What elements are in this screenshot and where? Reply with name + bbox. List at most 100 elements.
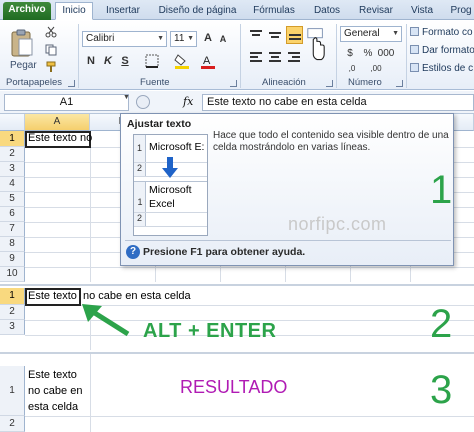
row-header-1[interactable]: 1 (0, 131, 25, 147)
comma-style-icon[interactable]: 000 (378, 46, 395, 60)
italic-button[interactable]: K (101, 53, 115, 69)
font-name-dropdown[interactable]: Calibri ▼ (82, 31, 167, 47)
row-header-1[interactable]: 1 (0, 366, 25, 416)
row-header-2[interactable]: 2 (0, 416, 25, 432)
select-all-corner[interactable] (0, 114, 25, 131)
name-box[interactable]: A1 (4, 94, 129, 111)
column-header-a[interactable]: A (25, 114, 90, 131)
borders-icon[interactable] (142, 53, 162, 69)
row-header-5[interactable]: 5 (0, 192, 25, 207)
preview-row: 2 (134, 157, 207, 178)
format-as-table-button[interactable]: Dar formato (410, 43, 474, 58)
row-header-3[interactable]: 3 (0, 320, 25, 335)
tooltip-description: Hace que todo el contenido sea visible d… (213, 130, 449, 153)
row-header-2[interactable]: 2 (0, 305, 25, 320)
align-top-icon[interactable] (248, 28, 264, 42)
font-color-icon[interactable]: A (198, 53, 218, 69)
row-header-6[interactable]: 6 (0, 207, 25, 222)
table-format-icon (410, 45, 419, 54)
clipboard-launcher-icon[interactable] (68, 80, 75, 87)
grow-font-icon[interactable]: A (202, 30, 214, 46)
group-label-number: Número (348, 77, 382, 88)
chevron-down-icon[interactable]: ▼ (123, 94, 130, 101)
step-number-3: 3 (430, 368, 453, 412)
row-header-1[interactable]: 1 (0, 288, 25, 305)
wrap-text-button[interactable] (306, 24, 326, 66)
gridline (90, 354, 91, 432)
insert-function-button[interactable]: fx (183, 95, 193, 108)
ribbon: Pegar Portapapeles Calibri ▼ 11 ▼ A A N … (0, 20, 474, 90)
tab-diseno-pagina[interactable]: Diseño de página (155, 3, 240, 20)
number-launcher-icon[interactable] (396, 80, 403, 87)
align-middle-icon[interactable] (267, 28, 283, 42)
font-launcher-icon[interactable] (230, 80, 237, 87)
fill-color-icon[interactable] (172, 53, 192, 69)
percent-icon[interactable]: % (360, 46, 376, 60)
conditional-format-icon (410, 27, 419, 36)
tab-archivo[interactable]: Archivo (3, 2, 51, 20)
format-painter-icon[interactable] (44, 60, 58, 74)
preview-row-number: 2 (134, 163, 146, 176)
tab-programador[interactable]: Prog (448, 3, 474, 20)
align-left-icon[interactable] (248, 50, 264, 64)
tab-vista[interactable]: Vista (408, 3, 436, 20)
tooltip-title: Ajustar texto (127, 118, 192, 130)
watermark: norfipc.com (288, 214, 387, 234)
tooltip-help-text: Presione F1 para obtener ayuda. (143, 246, 306, 258)
group-label-alignment: Alineación (262, 77, 306, 88)
hand-pointer-icon (307, 28, 325, 61)
row-header-3[interactable]: 3 (0, 162, 25, 177)
tab-formulas[interactable]: Fórmulas (250, 3, 298, 20)
copy-icon[interactable] (44, 43, 58, 57)
underline-button[interactable]: S (118, 53, 132, 69)
preview-row-number: 1 (134, 135, 146, 162)
conditional-format-button[interactable]: Formato co (410, 25, 473, 40)
font-size-dropdown[interactable]: 11 ▼ (170, 31, 197, 47)
cut-icon[interactable] (44, 25, 58, 39)
number-format-value: General (344, 28, 380, 39)
tab-insertar[interactable]: Insertar (100, 3, 146, 20)
row-header-4[interactable]: 4 (0, 177, 25, 192)
currency-icon[interactable]: $ (342, 46, 358, 60)
row-header-9[interactable]: 9 (0, 252, 25, 267)
tab-revisar[interactable]: Revisar (356, 3, 396, 20)
gridline (25, 267, 474, 268)
group-label-clipboard: Portapapeles (6, 77, 62, 88)
wrapped-line-1: Este texto (28, 369, 77, 381)
font-name-value: Calibri (86, 33, 115, 44)
clipboard-icon (11, 29, 33, 57)
row-header-7[interactable]: 7 (0, 222, 25, 237)
cell-styles-button[interactable]: Estilos de c (410, 61, 473, 76)
cell-a1-text: Este texto no (28, 132, 93, 144)
formula-bar: A1 ▼ fx Este texto no cabe en esta celda (0, 91, 474, 114)
tab-inicio[interactable]: Inicio (55, 2, 93, 20)
tab-datos[interactable]: Datos (310, 3, 344, 20)
formula-bar-toggle-icon[interactable] (136, 95, 150, 109)
formula-input[interactable]: Este texto no cabe en esta celda (202, 94, 474, 111)
shrink-font-icon[interactable]: A (217, 31, 229, 47)
increase-decimal-icon[interactable]: ,0 (342, 62, 362, 74)
chevron-down-icon: ▼ (157, 35, 164, 42)
align-right-icon[interactable] (286, 50, 302, 64)
number-format-dropdown[interactable]: General ▼ (340, 26, 402, 42)
tooltip-preview: 1 Microsoft E: 2 Microsoft Excel 1 2 (133, 134, 208, 236)
paste-button[interactable] (8, 26, 36, 60)
preview-after-line1: Microsoft (149, 184, 192, 196)
arrow-down-icon (162, 157, 178, 178)
alignment-launcher-icon[interactable] (326, 80, 333, 87)
gridline (25, 416, 474, 417)
chevron-down-icon: ▼ (392, 30, 399, 37)
group-separator (78, 24, 79, 88)
align-center-icon[interactable] (267, 50, 283, 64)
svg-text:A: A (203, 55, 211, 67)
row-header-10[interactable]: 10 (0, 267, 25, 282)
help-icon: ? (126, 245, 140, 259)
align-bottom-icon[interactable] (286, 26, 303, 44)
bold-button[interactable]: N (84, 53, 98, 69)
group-separator (240, 24, 241, 88)
styles-label: Formato co (422, 27, 473, 38)
row-header-2[interactable]: 2 (0, 147, 25, 162)
preview-after-line2: Excel (149, 198, 175, 210)
decrease-decimal-icon[interactable]: ,00 (366, 62, 386, 74)
row-header-8[interactable]: 8 (0, 237, 25, 252)
